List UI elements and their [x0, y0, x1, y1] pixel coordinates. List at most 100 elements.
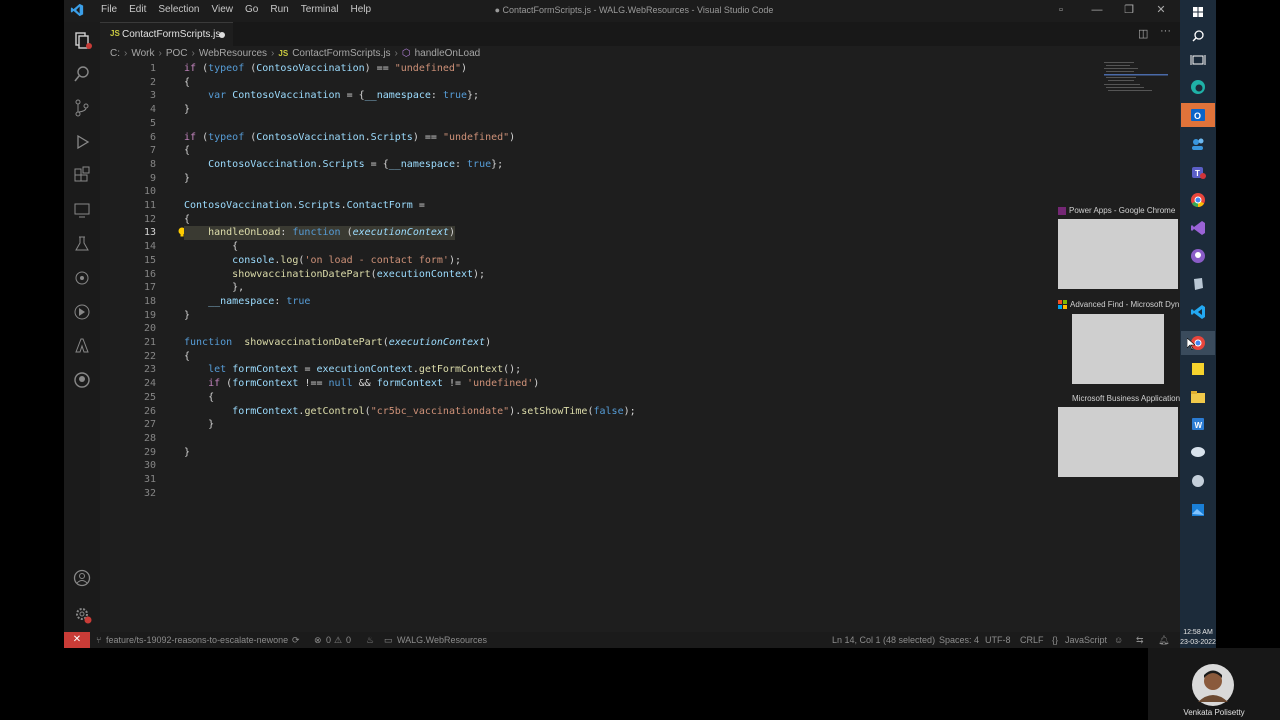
unsaved-dot-icon[interactable]	[219, 32, 225, 38]
line-ending[interactable]: CRLF	[1020, 635, 1044, 645]
sync-icon[interactable]: ⟳	[292, 635, 300, 646]
code-line: }	[184, 172, 191, 184]
title-bar: File Edit Selection View Go Run Terminal…	[64, 0, 1180, 22]
line-number: 1	[149, 63, 156, 74]
breadcrumb-work[interactable]: Work	[131, 48, 154, 59]
restore-icon[interactable]: ❐	[1122, 3, 1136, 17]
minimize-icon[interactable]: —	[1090, 3, 1104, 17]
system-clock[interactable]: 12:58 AM 23-03-2022	[1180, 628, 1216, 648]
menu-help[interactable]: Help	[345, 4, 378, 15]
menu-run[interactable]: Run	[264, 4, 294, 15]
app-cube-icon[interactable]	[1188, 274, 1208, 294]
line-number: 18	[143, 295, 156, 307]
vscode-taskbar-icon[interactable]	[1188, 302, 1208, 322]
remote-explorer-icon[interactable]	[72, 200, 92, 220]
teams-icon[interactable]: T	[1188, 162, 1208, 182]
close-icon[interactable]: ✕	[1154, 3, 1168, 17]
line-number: 19	[143, 309, 156, 321]
microsoft-logo-icon	[1058, 300, 1067, 309]
error-count[interactable]: 0	[326, 635, 331, 645]
line-number: 7	[149, 145, 156, 157]
code-line: {	[184, 213, 191, 225]
vscode-window: File Edit Selection View Go Run Terminal…	[64, 0, 1180, 648]
windows-start-icon[interactable]	[1188, 2, 1208, 22]
menu-go[interactable]: Go	[239, 4, 264, 15]
workspace-folder[interactable]: WALG.WebResources	[397, 635, 487, 645]
search-icon[interactable]	[72, 64, 92, 84]
snip-sketch-icon[interactable]	[1188, 471, 1208, 491]
menu-terminal[interactable]: Terminal	[295, 4, 345, 15]
code-line: {	[184, 350, 191, 362]
breadcrumb-symbol[interactable]: handleOnLoad	[415, 48, 481, 59]
word-icon[interactable]: W	[1188, 414, 1208, 434]
menu-selection[interactable]: Selection	[152, 4, 205, 15]
warning-count[interactable]: 0	[346, 635, 351, 645]
thumbnail-power-apps[interactable]: Power Apps - Google Chrome	[1058, 206, 1178, 289]
encoding[interactable]: UTF-8	[985, 635, 1011, 645]
code-line: if (typeof (ContosoVaccination) == "unde…	[184, 63, 468, 74]
breadcrumb-file[interactable]: ContactFormScripts.js	[292, 48, 390, 59]
code-line: },	[184, 282, 245, 294]
line-number: 8	[149, 158, 156, 170]
snipping-tool-icon[interactable]	[1188, 442, 1208, 462]
braces-icon: {}	[1052, 635, 1059, 645]
power-platform-icon[interactable]	[72, 268, 92, 288]
menu-file[interactable]: File	[95, 4, 123, 15]
source-control-icon[interactable]	[72, 98, 92, 118]
azure-icon[interactable]	[72, 336, 92, 356]
line-number: 26	[143, 405, 156, 417]
sticky-notes-icon[interactable]	[1188, 359, 1208, 379]
file-explorer-icon[interactable]	[1188, 387, 1208, 407]
explorer-icon[interactable]	[72, 30, 92, 50]
account-icon[interactable]	[72, 568, 92, 588]
github-icon[interactable]	[72, 370, 92, 390]
code-editor[interactable]: 1 2 3 4 5 6 7 8 9 10 11 12 13 14 15 16 17 18 19 20 21 22 23 24 2…	[100, 62, 1140, 562]
cursor-position[interactable]: Ln 14, Col 1 (48 selected)	[832, 635, 935, 645]
visual-studio-icon[interactable]	[1188, 218, 1208, 238]
notifications-bell-icon[interactable]: 🔔︎	[1158, 635, 1169, 646]
svg-text:T: T	[1195, 169, 1200, 178]
line-number: 13	[143, 227, 156, 239]
minimap[interactable]	[1104, 62, 1174, 102]
menu-edit[interactable]: Edit	[123, 4, 152, 15]
chrome-icon[interactable]	[1188, 190, 1208, 210]
task-view-icon[interactable]	[1188, 50, 1208, 70]
thumbnail-advanced-find[interactable]: Advanced Find - Microsoft Dyn...	[1058, 300, 1186, 384]
search-icon[interactable]	[1188, 26, 1208, 46]
breadcrumb-webresources[interactable]: WebResources	[199, 48, 267, 59]
line-number: 16	[143, 268, 156, 280]
testing-icon[interactable]	[72, 234, 92, 254]
more-actions-icon[interactable]: ···	[1160, 25, 1171, 37]
breadcrumb-poc[interactable]: POC	[166, 48, 188, 59]
thumbnail-business-applications[interactable]: Microsoft Business Application...	[1058, 394, 1187, 477]
tab-contactformscripts[interactable]: JS ContactFormScripts.js	[100, 22, 233, 47]
flame-icon[interactable]: ♨	[366, 635, 374, 646]
outlook-icon[interactable]: O	[1181, 103, 1215, 127]
edge-icon[interactable]	[1188, 77, 1208, 97]
people-icon[interactable]	[1188, 134, 1208, 154]
dynamics-icon[interactable]	[72, 302, 92, 322]
extensions-icon[interactable]	[72, 166, 92, 186]
github-desktop-icon[interactable]	[1188, 246, 1208, 266]
live-share-icon[interactable]: ⇆	[1136, 635, 1144, 646]
presenter-name: Venkata Polisetty	[1183, 708, 1245, 717]
language-mode[interactable]: JavaScript	[1065, 635, 1107, 645]
line-number: 4	[149, 104, 156, 116]
line-number: 15	[143, 254, 156, 266]
layout-icon[interactable]: ▫	[1054, 3, 1068, 17]
menu-view[interactable]: View	[206, 4, 240, 15]
photos-icon[interactable]	[1188, 500, 1208, 520]
code-line: let formContext = executionContext.getFo…	[208, 364, 522, 376]
manage-gear-icon[interactable]	[72, 604, 92, 624]
code-line: console.log('on load - contact form');	[232, 254, 461, 266]
breadcrumb-drive[interactable]: C:	[110, 48, 120, 59]
git-branch[interactable]: feature/ts-19092-reasons-to-escalate-new…	[106, 635, 288, 645]
run-debug-icon[interactable]	[72, 132, 92, 152]
code-line: }	[184, 419, 215, 431]
feedback-icon[interactable]: ☺	[1114, 635, 1123, 645]
split-editor-icon[interactable]: ◫	[1138, 27, 1148, 40]
remote-icon[interactable]: ✕	[64, 632, 90, 648]
indentation[interactable]: Spaces: 4	[939, 635, 979, 645]
folder-icon: ▭	[384, 635, 393, 645]
line-number: 11	[143, 200, 156, 211]
